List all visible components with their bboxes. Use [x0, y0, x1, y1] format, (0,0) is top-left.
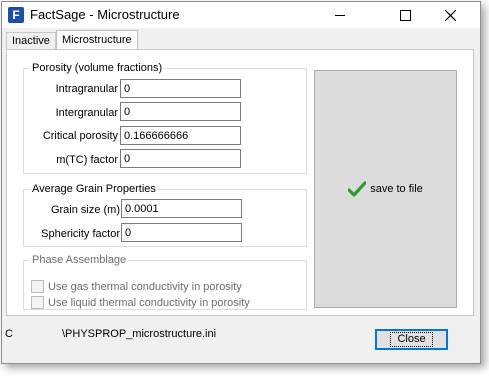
grain-size-input[interactable] — [121, 199, 242, 218]
critical-porosity-input[interactable] — [120, 126, 241, 145]
maximize-button[interactable] — [385, 2, 425, 28]
checkmark-icon — [348, 181, 367, 197]
gas-conductivity-checkbox[interactable] — [31, 280, 44, 293]
save-to-file-label: save to file — [370, 183, 423, 195]
grain-legend: Average Grain Properties — [32, 183, 156, 195]
mtc-factor-label: m(TC) factor — [56, 154, 118, 166]
liquid-conductivity-label: Use liquid thermal conductivity in poros… — [48, 296, 250, 309]
tab-inactive[interactable]: Inactive — [6, 32, 56, 50]
intergranular-label: Intergranular — [55, 107, 118, 119]
gas-conductivity-label: Use gas thermal conductivity in porosity — [48, 280, 242, 293]
intragranular-input[interactable] — [120, 79, 241, 98]
critical-porosity-label: Critical porosity — [42, 130, 118, 142]
factsage-app-icon: F — [8, 7, 24, 23]
sphericity-factor-input[interactable] — [121, 223, 242, 242]
microstructure-panel: Porosity (volume fractions) Intragranula… — [6, 49, 474, 316]
minimize-icon — [335, 15, 345, 16]
close-icon — [444, 9, 456, 21]
window-title: FactSage - Microstructure — [30, 7, 180, 22]
save-to-file-button[interactable]: save to file — [314, 70, 457, 308]
grain-size-label: Grain size (m) — [50, 204, 120, 216]
porosity-legend: Porosity (volume fractions) — [32, 62, 163, 74]
file-path: \PHYSPROP_microstructure.ini — [62, 328, 217, 340]
minimize-button[interactable] — [320, 2, 360, 28]
phase-assemblage-group: Phase Assemblage Use gas thermal conduct… — [23, 254, 307, 310]
sphericity-factor-label: Sphericity factor — [41, 228, 120, 240]
gas-conductivity-checkbox-row[interactable]: Use gas thermal conductivity in porosity — [31, 280, 242, 293]
intergranular-input[interactable] — [120, 102, 241, 121]
title-bar[interactable]: F FactSage - Microstructure — [2, 2, 480, 28]
maximize-icon — [399, 9, 411, 21]
tab-microstructure[interactable]: Microstructure — [56, 30, 138, 51]
intragranular-label: Intragranular — [55, 83, 118, 95]
liquid-conductivity-checkbox[interactable] — [31, 296, 44, 309]
close-button[interactable]: Close — [375, 329, 448, 350]
close-button-label: Close — [390, 332, 433, 347]
window-close-button[interactable] — [430, 2, 470, 28]
mtc-factor-input[interactable] — [120, 149, 241, 168]
app-window: F FactSage - Microstructure Inactive Mic… — [1, 1, 481, 364]
liquid-conductivity-checkbox-row[interactable]: Use liquid thermal conductivity in poros… — [31, 296, 250, 309]
file-path-prefix: C — [5, 328, 13, 340]
phase-legend: Phase Assemblage — [32, 254, 127, 266]
